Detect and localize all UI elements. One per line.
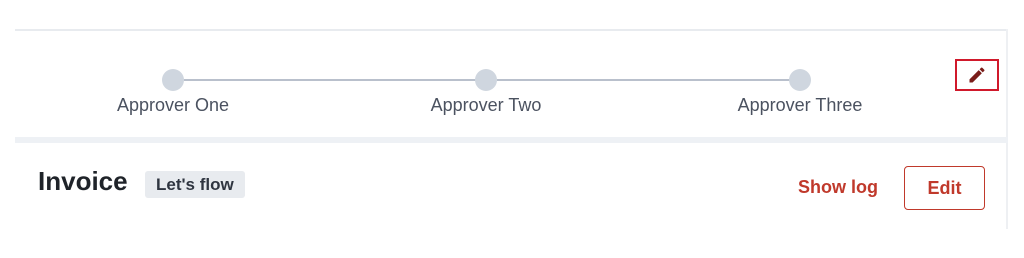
approval-stepper: Approver One Approver Two Approver Three xyxy=(15,31,1006,137)
section-divider xyxy=(15,137,1008,143)
step-label-approver-one: Approver One xyxy=(116,95,230,115)
step-connector xyxy=(497,79,800,81)
step-dot-approver-one xyxy=(162,69,184,91)
edit-approvers-button[interactable] xyxy=(955,59,999,91)
step-connector xyxy=(184,79,486,81)
flow-badge: Let's flow xyxy=(145,171,245,198)
right-divider xyxy=(1006,29,1008,229)
step-dot-approver-three xyxy=(789,69,811,91)
step-label-approver-three: Approver Three xyxy=(737,95,863,115)
workflow-panel: Approver One Approver Two Approver Three… xyxy=(0,0,1024,258)
document-title: Invoice xyxy=(38,166,128,196)
edit-button[interactable]: Edit xyxy=(904,166,985,210)
step-label-approver-two: Approver Two xyxy=(430,95,542,115)
show-log-link[interactable]: Show log xyxy=(798,177,878,198)
step-dot-approver-two xyxy=(475,69,497,91)
pencil-icon xyxy=(969,67,985,83)
